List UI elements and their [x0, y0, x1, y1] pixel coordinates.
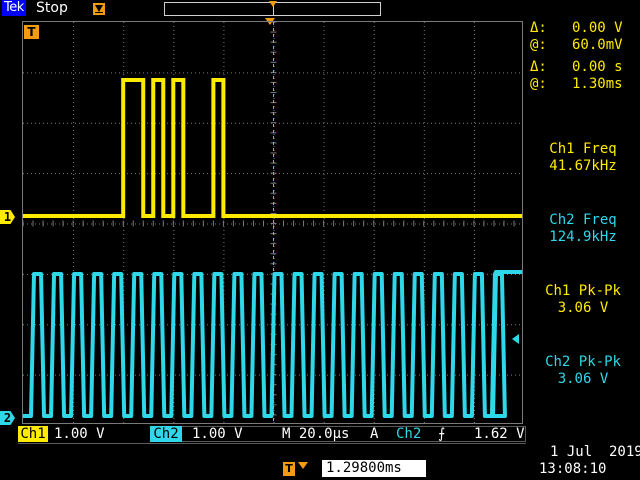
waveform-display[interactable] — [22, 21, 523, 424]
trigger-level: 1.62 V — [474, 426, 525, 442]
delta-v-value: 0.00 V — [572, 20, 623, 36]
at-v-value: 60.0mV — [572, 37, 623, 53]
delta-t-value: 0.00 s — [572, 59, 623, 75]
ch2-pkpk-value: 3.06 V — [557, 371, 609, 387]
trigger-mode: A — [370, 426, 379, 442]
delay-trigger-icon: T — [283, 462, 295, 476]
ch2-ground-marker[interactable]: 2 — [0, 411, 15, 425]
trigger-source: Ch2 — [396, 426, 422, 442]
trigger-position-marker: T — [24, 25, 39, 39]
ch2-trace — [23, 270, 522, 418]
readout-panel: Δ: 0.00 V @: 60.0mV Δ: 0.00 s @: 1.30ms … — [526, 18, 640, 418]
trigger-level-arrow — [512, 334, 519, 344]
ch1-pkpk-value: 3.06 V — [557, 300, 609, 316]
at-v-label: @: — [530, 37, 547, 53]
trigger-slope-icon: ⨍ — [438, 426, 446, 442]
delay-arrow-icon — [298, 462, 308, 469]
ch1-trace — [23, 78, 522, 218]
ch1-pkpk-label: Ch1 Pk-Pk — [545, 283, 621, 299]
timebase-readout: M 20.0µs — [282, 426, 350, 442]
ch2-badge[interactable]: Ch2 — [150, 426, 182, 442]
waveform-traces — [23, 78, 522, 418]
brand-logo: Tek — [2, 0, 26, 16]
status-bar: Ch1 1.00 V Ch2 1.00 V M 20.0µs A Ch2 ⨍ 1… — [0, 424, 640, 480]
status-divider — [18, 443, 526, 444]
ch2-freq-value: 124.9kHz — [549, 229, 617, 245]
run-state-label: Stop — [36, 0, 68, 16]
at-t-value: 1.30ms — [572, 76, 623, 92]
horizontal-delay-readout[interactable]: 1.29800ms — [322, 460, 426, 477]
delta-v-label: Δ: — [530, 20, 547, 36]
ch1-badge[interactable]: Ch1 — [18, 426, 48, 442]
top-bar: Tek Stop — [0, 0, 640, 18]
at-t-label: @: — [530, 76, 547, 92]
time-readout: 13:08:10 — [539, 461, 607, 477]
date-readout: 1 Jul 2019 — [550, 444, 640, 460]
ch2-scale: 1.00 V — [192, 426, 243, 442]
ch2-freq-label: Ch2 Freq — [549, 212, 617, 228]
delta-t-label: Δ: — [530, 59, 547, 75]
ch2-pkpk-label: Ch2 Pk-Pk — [545, 354, 621, 370]
trigger-position-icon — [93, 3, 105, 15]
ch1-freq-label: Ch1 Freq — [549, 141, 617, 157]
ch1-ground-marker[interactable]: 1 — [0, 210, 15, 224]
ch1-scale: 1.00 V — [54, 426, 105, 442]
ch1-freq-value: 41.67kHz — [549, 158, 617, 174]
record-length-bar — [164, 1, 381, 16]
record-trigger-marker — [269, 1, 277, 7]
